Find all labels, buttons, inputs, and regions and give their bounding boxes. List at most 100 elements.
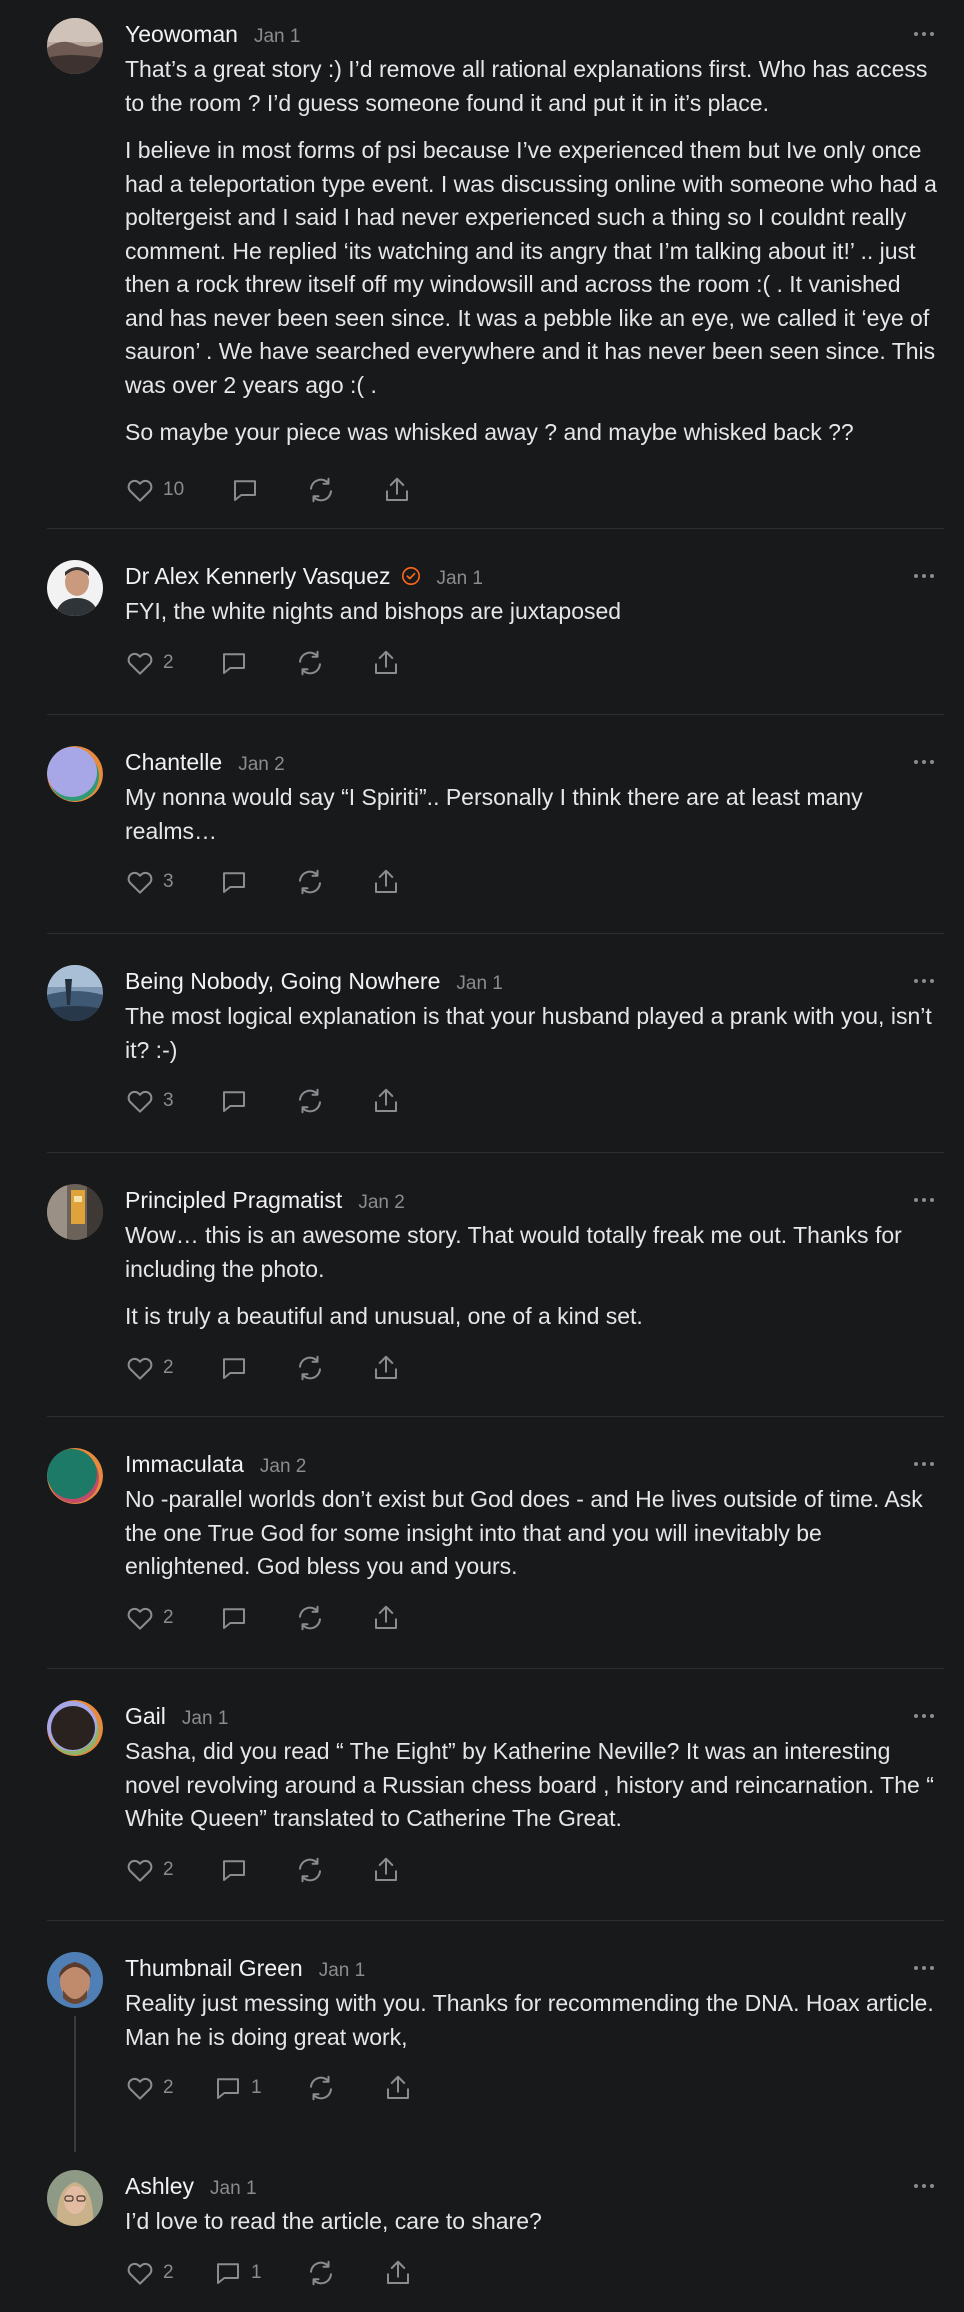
like-button[interactable]: 3 bbox=[125, 862, 219, 902]
reply-button[interactable] bbox=[230, 470, 306, 510]
comment-header: Immaculata Jan 2 bbox=[125, 1448, 944, 1480]
reply-button[interactable] bbox=[219, 1348, 295, 1388]
more-icon[interactable] bbox=[908, 1704, 940, 1728]
reply-button[interactable] bbox=[219, 1850, 295, 1890]
avatar[interactable] bbox=[47, 965, 103, 1021]
comment-date[interactable]: Jan 1 bbox=[254, 21, 300, 53]
author-name[interactable]: Yeowoman bbox=[125, 18, 238, 50]
comment-icon bbox=[223, 1859, 245, 1881]
reply-button[interactable]: 1 bbox=[213, 2253, 306, 2293]
heart-icon bbox=[127, 871, 153, 894]
like-count: 2 bbox=[163, 651, 174, 673]
restack-button[interactable] bbox=[295, 643, 371, 683]
more-icon[interactable] bbox=[908, 1956, 940, 1980]
restack-button[interactable] bbox=[306, 470, 382, 510]
restack-icon bbox=[299, 1355, 321, 1380]
author-name[interactable]: Dr Alex Kennerly Vasquez bbox=[125, 560, 391, 592]
like-button[interactable]: 2 bbox=[125, 2068, 213, 2108]
share-icon bbox=[386, 477, 408, 501]
comment-paragraph: It is truly a beautiful and unusual, one… bbox=[125, 1303, 643, 1329]
share-icon bbox=[375, 1088, 397, 1112]
avatar[interactable] bbox=[47, 746, 103, 802]
verified-badge-icon bbox=[401, 566, 421, 586]
share-button[interactable] bbox=[371, 1081, 401, 1121]
avatar[interactable] bbox=[47, 1952, 103, 2008]
comment: Being Nobody, Going Nowhere Jan 1 The mo… bbox=[0, 965, 964, 1121]
like-button[interactable]: 2 bbox=[125, 1598, 219, 1638]
share-button[interactable] bbox=[383, 2253, 413, 2293]
share-icon bbox=[375, 869, 397, 893]
author-name[interactable]: Gail bbox=[125, 1700, 166, 1732]
like-button[interactable]: 3 bbox=[125, 1081, 219, 1121]
avatar[interactable] bbox=[47, 1448, 103, 1504]
comment-date[interactable]: Jan 1 bbox=[182, 1703, 228, 1735]
comment-date[interactable]: Jan 2 bbox=[260, 1451, 306, 1483]
comment-date[interactable]: Jan 1 bbox=[319, 1955, 365, 1987]
more-icon[interactable] bbox=[908, 969, 940, 993]
reply-count: 1 bbox=[251, 2077, 262, 2098]
author-name[interactable]: Immaculata bbox=[125, 1448, 244, 1480]
comment-paragraph: I’d love to read the article, care to sh… bbox=[125, 2208, 542, 2234]
author-name[interactable]: Being Nobody, Going Nowhere bbox=[125, 965, 440, 997]
more-icon[interactable] bbox=[908, 564, 940, 588]
reply-button[interactable] bbox=[219, 1081, 295, 1121]
avatar[interactable] bbox=[47, 560, 103, 616]
author-name[interactable]: Ashley bbox=[125, 2170, 194, 2202]
restack-button[interactable] bbox=[295, 1850, 371, 1890]
share-button[interactable] bbox=[382, 470, 412, 510]
comment: Gail Jan 1 Sasha, did you read “ The Eig… bbox=[0, 1700, 964, 1890]
like-button[interactable]: 2 bbox=[125, 2253, 213, 2293]
more-icon[interactable] bbox=[908, 1188, 940, 1212]
like-button[interactable]: 2 bbox=[125, 643, 219, 683]
more-icon[interactable] bbox=[908, 22, 940, 46]
share-button[interactable] bbox=[371, 862, 401, 902]
share-icon bbox=[387, 2075, 409, 2099]
avatar[interactable] bbox=[47, 18, 103, 74]
more-icon[interactable] bbox=[908, 750, 940, 774]
like-button[interactable]: 2 bbox=[125, 1850, 219, 1890]
share-button[interactable] bbox=[371, 1598, 401, 1638]
share-button[interactable] bbox=[371, 643, 401, 683]
restack-button[interactable] bbox=[306, 2253, 383, 2293]
share-button[interactable] bbox=[383, 2068, 413, 2108]
comment-actions: 2 bbox=[125, 1850, 944, 1890]
reply-button[interactable] bbox=[219, 1598, 295, 1638]
comment-date[interactable]: Jan 2 bbox=[358, 1187, 404, 1219]
heart-icon bbox=[127, 1859, 153, 1882]
more-icon[interactable] bbox=[908, 1452, 940, 1476]
avatar[interactable] bbox=[47, 1184, 103, 1240]
comment-icon bbox=[223, 1357, 245, 1379]
comment-header: Dr Alex Kennerly Vasquez Jan 1 bbox=[125, 560, 944, 592]
comment: Principled Pragmatist Jan 2 Wow… this is… bbox=[0, 1184, 964, 1388]
heart-icon bbox=[127, 479, 153, 502]
author-name[interactable]: Thumbnail Green bbox=[125, 1952, 303, 1984]
comment-icon bbox=[234, 479, 256, 501]
more-icon[interactable] bbox=[908, 2174, 940, 2198]
share-button[interactable] bbox=[371, 1348, 401, 1388]
comment-date[interactable]: Jan 1 bbox=[210, 2173, 256, 2205]
avatar[interactable] bbox=[47, 2170, 103, 2226]
reply-button[interactable]: 1 bbox=[213, 2068, 306, 2108]
reply-button[interactable] bbox=[219, 643, 295, 683]
comment-body: No -parallel worlds don’t exist but God … bbox=[125, 1483, 944, 1584]
like-button[interactable]: 10 bbox=[125, 470, 230, 510]
restack-button[interactable] bbox=[306, 2068, 383, 2108]
comment: Thumbnail Green Jan 1 Reality just messi… bbox=[0, 1952, 964, 2108]
author-name[interactable]: Principled Pragmatist bbox=[125, 1184, 342, 1216]
comment-date[interactable]: Jan 2 bbox=[238, 749, 284, 781]
comment-body: That’s a great story :) I’d remove all r… bbox=[125, 53, 944, 450]
like-count: 3 bbox=[163, 871, 174, 892]
restack-button[interactable] bbox=[295, 1081, 371, 1121]
share-button[interactable] bbox=[371, 1850, 401, 1890]
avatar[interactable] bbox=[47, 1700, 103, 1756]
like-button[interactable]: 2 bbox=[125, 1348, 219, 1388]
share-icon bbox=[375, 1857, 397, 1881]
comment-header: Gail Jan 1 bbox=[125, 1700, 944, 1732]
author-name[interactable]: Chantelle bbox=[125, 746, 222, 778]
restack-button[interactable] bbox=[295, 1348, 371, 1388]
restack-button[interactable] bbox=[295, 1598, 371, 1638]
restack-button[interactable] bbox=[295, 862, 371, 902]
comment-date[interactable]: Jan 1 bbox=[437, 563, 483, 595]
comment-date[interactable]: Jan 1 bbox=[456, 968, 502, 1000]
reply-button[interactable] bbox=[219, 862, 295, 902]
